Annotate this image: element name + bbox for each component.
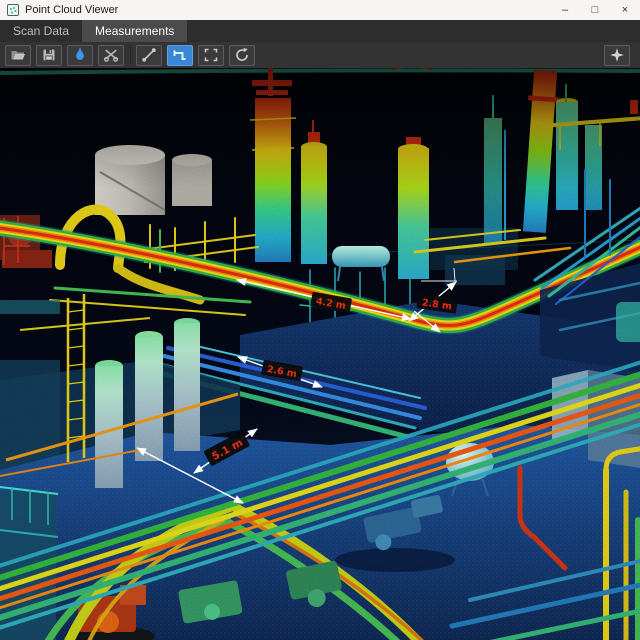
measure-dimension-button[interactable] [167,45,193,66]
measure-distance-icon [141,47,157,63]
measure-distance-button[interactable] [136,45,162,66]
toolbar [0,42,640,68]
tab-scan-data[interactable]: Scan Data [0,20,82,42]
open-button[interactable] [5,45,31,66]
fit-view-icon [203,47,219,63]
save-button[interactable] [36,45,62,66]
minimize-button[interactable]: – [550,0,580,20]
fit-view-button[interactable] [198,45,224,66]
scissors-icon [103,47,119,63]
viewport[interactable]: 4.2 m 2.8 m 2.6 m 5.1 m [0,68,640,640]
measure-dimension-icon [172,47,188,63]
toolbar-separator [130,46,131,64]
navigate-button[interactable] [604,45,630,66]
tab-measurements[interactable]: Measurements [82,20,187,42]
window-title: Point Cloud Viewer [25,4,550,16]
tab-bar: Scan Data Measurements [0,20,640,42]
navigate-icon [609,47,625,63]
top-vignette [0,68,640,188]
refresh-icon [234,47,250,63]
maximize-button[interactable]: □ [580,0,610,20]
plumb-bob-button[interactable] [67,45,93,66]
titlebar: Point Cloud Viewer – □ × [0,0,640,20]
point-cloud-scene: 4.2 m 2.8 m 2.6 m 5.1 m [0,68,640,640]
save-icon [41,47,57,63]
scissors-button[interactable] [98,45,124,66]
close-button[interactable]: × [610,0,640,20]
folder-open-icon [10,47,26,63]
refresh-button[interactable] [229,45,255,66]
plumb-bob-icon [72,47,88,63]
app-icon [7,4,19,16]
